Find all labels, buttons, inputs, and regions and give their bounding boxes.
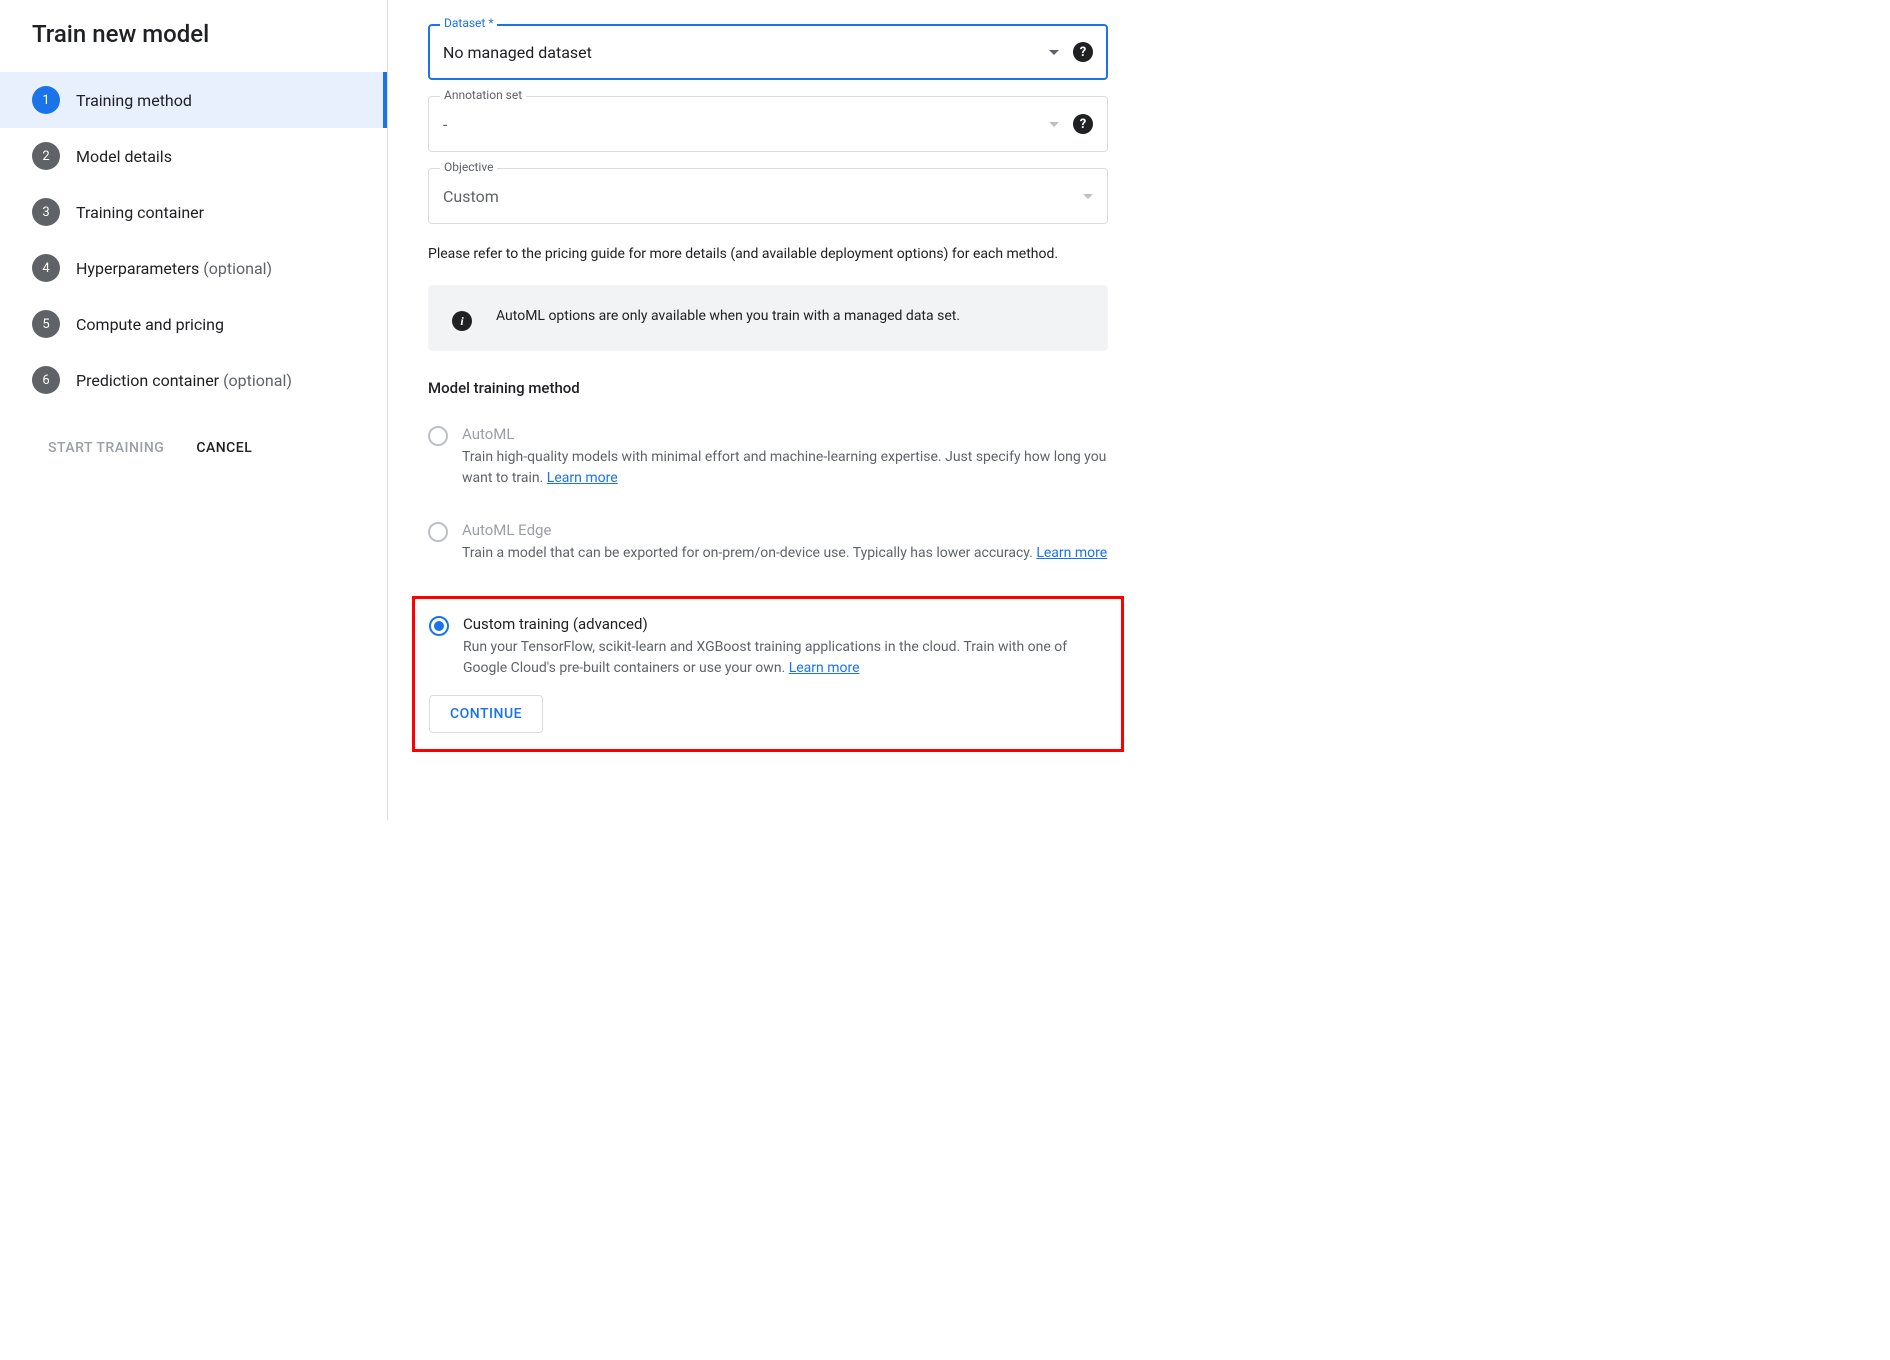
annotation-field: Annotation set - ? bbox=[428, 96, 1108, 152]
sidebar: Train new model 1 Training method 2 Mode… bbox=[0, 0, 388, 820]
annotation-label: Annotation set bbox=[440, 88, 526, 102]
step-training-container[interactable]: 3 Training container bbox=[0, 184, 387, 240]
radio-desc: Run your TensorFlow, scikit-learn and XG… bbox=[463, 637, 1107, 679]
step-model-details[interactable]: 2 Model details bbox=[0, 128, 387, 184]
radio-group: AutoML Train high-quality models with mi… bbox=[428, 425, 1108, 752]
page-title: Train new model bbox=[0, 20, 387, 72]
dataset-select[interactable]: No managed dataset ? bbox=[428, 24, 1108, 80]
dataset-field: Dataset * No managed dataset ? bbox=[428, 24, 1108, 80]
step-number: 3 bbox=[32, 198, 60, 226]
chevron-down-icon bbox=[1049, 122, 1059, 127]
sidebar-actions: START TRAINING CANCEL bbox=[0, 408, 387, 488]
chevron-down-icon bbox=[1049, 50, 1059, 55]
info-banner-text: AutoML options are only available when y… bbox=[496, 305, 960, 327]
step-number: 5 bbox=[32, 310, 60, 338]
info-icon: i bbox=[452, 311, 472, 331]
step-label: Model details bbox=[76, 147, 172, 166]
step-label: Compute and pricing bbox=[76, 315, 224, 334]
radio-title: Custom training (advanced) bbox=[463, 615, 1107, 633]
info-banner: i AutoML options are only available when… bbox=[428, 285, 1108, 351]
step-label: Hyperparameters (optional) bbox=[76, 259, 272, 278]
annotation-value: - bbox=[443, 115, 447, 134]
main-content: Dataset * No managed dataset ? Annotatio… bbox=[388, 0, 1148, 820]
step-label: Training container bbox=[76, 203, 204, 222]
step-number: 6 bbox=[32, 366, 60, 394]
step-prediction-container[interactable]: 6 Prediction container (optional) bbox=[0, 352, 387, 408]
step-label: Training method bbox=[76, 91, 192, 110]
step-number: 2 bbox=[32, 142, 60, 170]
dataset-label: Dataset * bbox=[440, 16, 497, 30]
learn-more-link[interactable]: Learn more bbox=[789, 660, 860, 676]
objective-select: Custom bbox=[428, 168, 1108, 224]
radio-title: AutoML Edge bbox=[462, 521, 1108, 539]
radio-button[interactable] bbox=[429, 616, 449, 636]
radio-desc: Train a model that can be exported for o… bbox=[462, 543, 1108, 564]
highlight-box: Custom training (advanced) Run your Tens… bbox=[412, 596, 1124, 752]
section-title: Model training method bbox=[428, 379, 1108, 397]
radio-button bbox=[428, 522, 448, 542]
learn-more-link[interactable]: Learn more bbox=[547, 470, 618, 486]
start-training-button: START TRAINING bbox=[48, 432, 164, 464]
step-number: 1 bbox=[32, 86, 60, 114]
objective-value: Custom bbox=[443, 187, 499, 206]
step-compute-pricing[interactable]: 5 Compute and pricing bbox=[0, 296, 387, 352]
learn-more-link[interactable]: Learn more bbox=[1036, 545, 1107, 561]
radio-custom-training[interactable]: Custom training (advanced) Run your Tens… bbox=[429, 615, 1107, 679]
continue-button[interactable]: CONTINUE bbox=[429, 695, 543, 733]
radio-button bbox=[428, 426, 448, 446]
pricing-note: Please refer to the pricing guide for mo… bbox=[428, 244, 1108, 265]
radio-desc: Train high-quality models with minimal e… bbox=[462, 447, 1108, 489]
step-training-method[interactable]: 1 Training method bbox=[0, 72, 387, 128]
dataset-value: No managed dataset bbox=[443, 43, 592, 62]
step-label: Prediction container (optional) bbox=[76, 371, 292, 390]
cancel-button[interactable]: CANCEL bbox=[196, 432, 252, 464]
step-list: 1 Training method 2 Model details 3 Trai… bbox=[0, 72, 387, 408]
step-number: 4 bbox=[32, 254, 60, 282]
chevron-down-icon bbox=[1083, 194, 1093, 199]
radio-automl-edge: AutoML Edge Train a model that can be ex… bbox=[428, 521, 1108, 564]
objective-field: Objective Custom bbox=[428, 168, 1108, 224]
annotation-select: - ? bbox=[428, 96, 1108, 152]
help-icon[interactable]: ? bbox=[1073, 114, 1093, 134]
radio-automl: AutoML Train high-quality models with mi… bbox=[428, 425, 1108, 489]
objective-label: Objective bbox=[440, 160, 497, 174]
step-hyperparameters[interactable]: 4 Hyperparameters (optional) bbox=[0, 240, 387, 296]
help-icon[interactable]: ? bbox=[1073, 42, 1093, 62]
radio-title: AutoML bbox=[462, 425, 1108, 443]
